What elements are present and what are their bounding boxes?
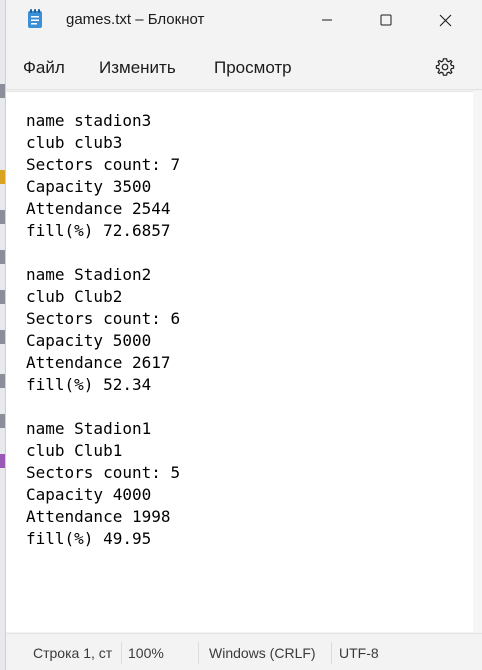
text-line: Attendance 1998 bbox=[26, 507, 171, 526]
vertical-scrollbar[interactable] bbox=[473, 91, 482, 632]
close-button[interactable] bbox=[422, 0, 468, 40]
title-bar[interactable]: games.txt – Блокнот bbox=[6, 0, 482, 40]
text-line: fill(%) 49.95 bbox=[26, 529, 152, 548]
close-icon bbox=[439, 14, 451, 26]
minimize-icon bbox=[322, 19, 332, 21]
text-line: Capacity 5000 bbox=[26, 331, 152, 350]
menu-edit[interactable]: Изменить bbox=[99, 58, 176, 78]
text-line: fill(%) 72.6857 bbox=[26, 221, 171, 240]
status-bar: Строка 1, ст 100% Windows (CRLF) UTF-8 bbox=[6, 633, 482, 670]
text-line: name Stadion1 bbox=[26, 419, 152, 438]
window-title: games.txt – Блокнот bbox=[66, 11, 205, 28]
notepad-icon bbox=[27, 9, 43, 29]
status-divider bbox=[198, 642, 199, 664]
text-line bbox=[26, 396, 180, 418]
text-editor-area[interactable]: name stadion3 club club3 Sectors count: 7 C… bbox=[6, 91, 474, 632]
settings-button[interactable] bbox=[432, 54, 458, 80]
text-line: Sectors count: 5 bbox=[26, 463, 181, 482]
text-line: Sectors count: 7 bbox=[26, 155, 181, 174]
cursor-position: Строка 1, ст bbox=[33, 644, 113, 661]
status-divider bbox=[331, 642, 332, 664]
text-line: name stadion3 bbox=[26, 111, 152, 130]
text-line: Attendance 2617 bbox=[26, 353, 171, 372]
text-line: club Club2 bbox=[26, 287, 123, 306]
menu-bar: Файл Изменить Просмотр bbox=[6, 44, 482, 90]
text-line: fill(%) 52.34 bbox=[26, 375, 152, 394]
status-divider bbox=[121, 642, 122, 664]
minimize-button[interactable] bbox=[304, 0, 350, 40]
text-line bbox=[26, 242, 180, 264]
maximize-button[interactable] bbox=[363, 0, 409, 40]
text-line: club Club1 bbox=[26, 441, 123, 460]
editor-content[interactable]: name stadion3 club club3 Sectors count: 7 C… bbox=[26, 110, 180, 550]
menu-file[interactable]: Файл bbox=[23, 58, 65, 78]
line-ending[interactable]: Windows (CRLF) bbox=[209, 634, 329, 670]
text-line: Attendance 2544 bbox=[26, 199, 171, 218]
text-line: Capacity 4000 bbox=[26, 485, 152, 504]
gear-icon bbox=[435, 58, 455, 76]
text-line: Capacity 3500 bbox=[26, 177, 152, 196]
maximize-icon bbox=[380, 14, 392, 26]
encoding[interactable]: UTF-8 bbox=[339, 634, 399, 670]
notepad-window: games.txt – Блокнот Файл Изменить Просмо… bbox=[5, 0, 482, 670]
zoom-level[interactable]: 100% bbox=[128, 634, 188, 670]
menu-view[interactable]: Просмотр bbox=[214, 58, 292, 78]
text-line: club club3 bbox=[26, 133, 123, 152]
text-line: Sectors count: 6 bbox=[26, 309, 181, 328]
text-line: name Stadion2 bbox=[26, 265, 152, 284]
